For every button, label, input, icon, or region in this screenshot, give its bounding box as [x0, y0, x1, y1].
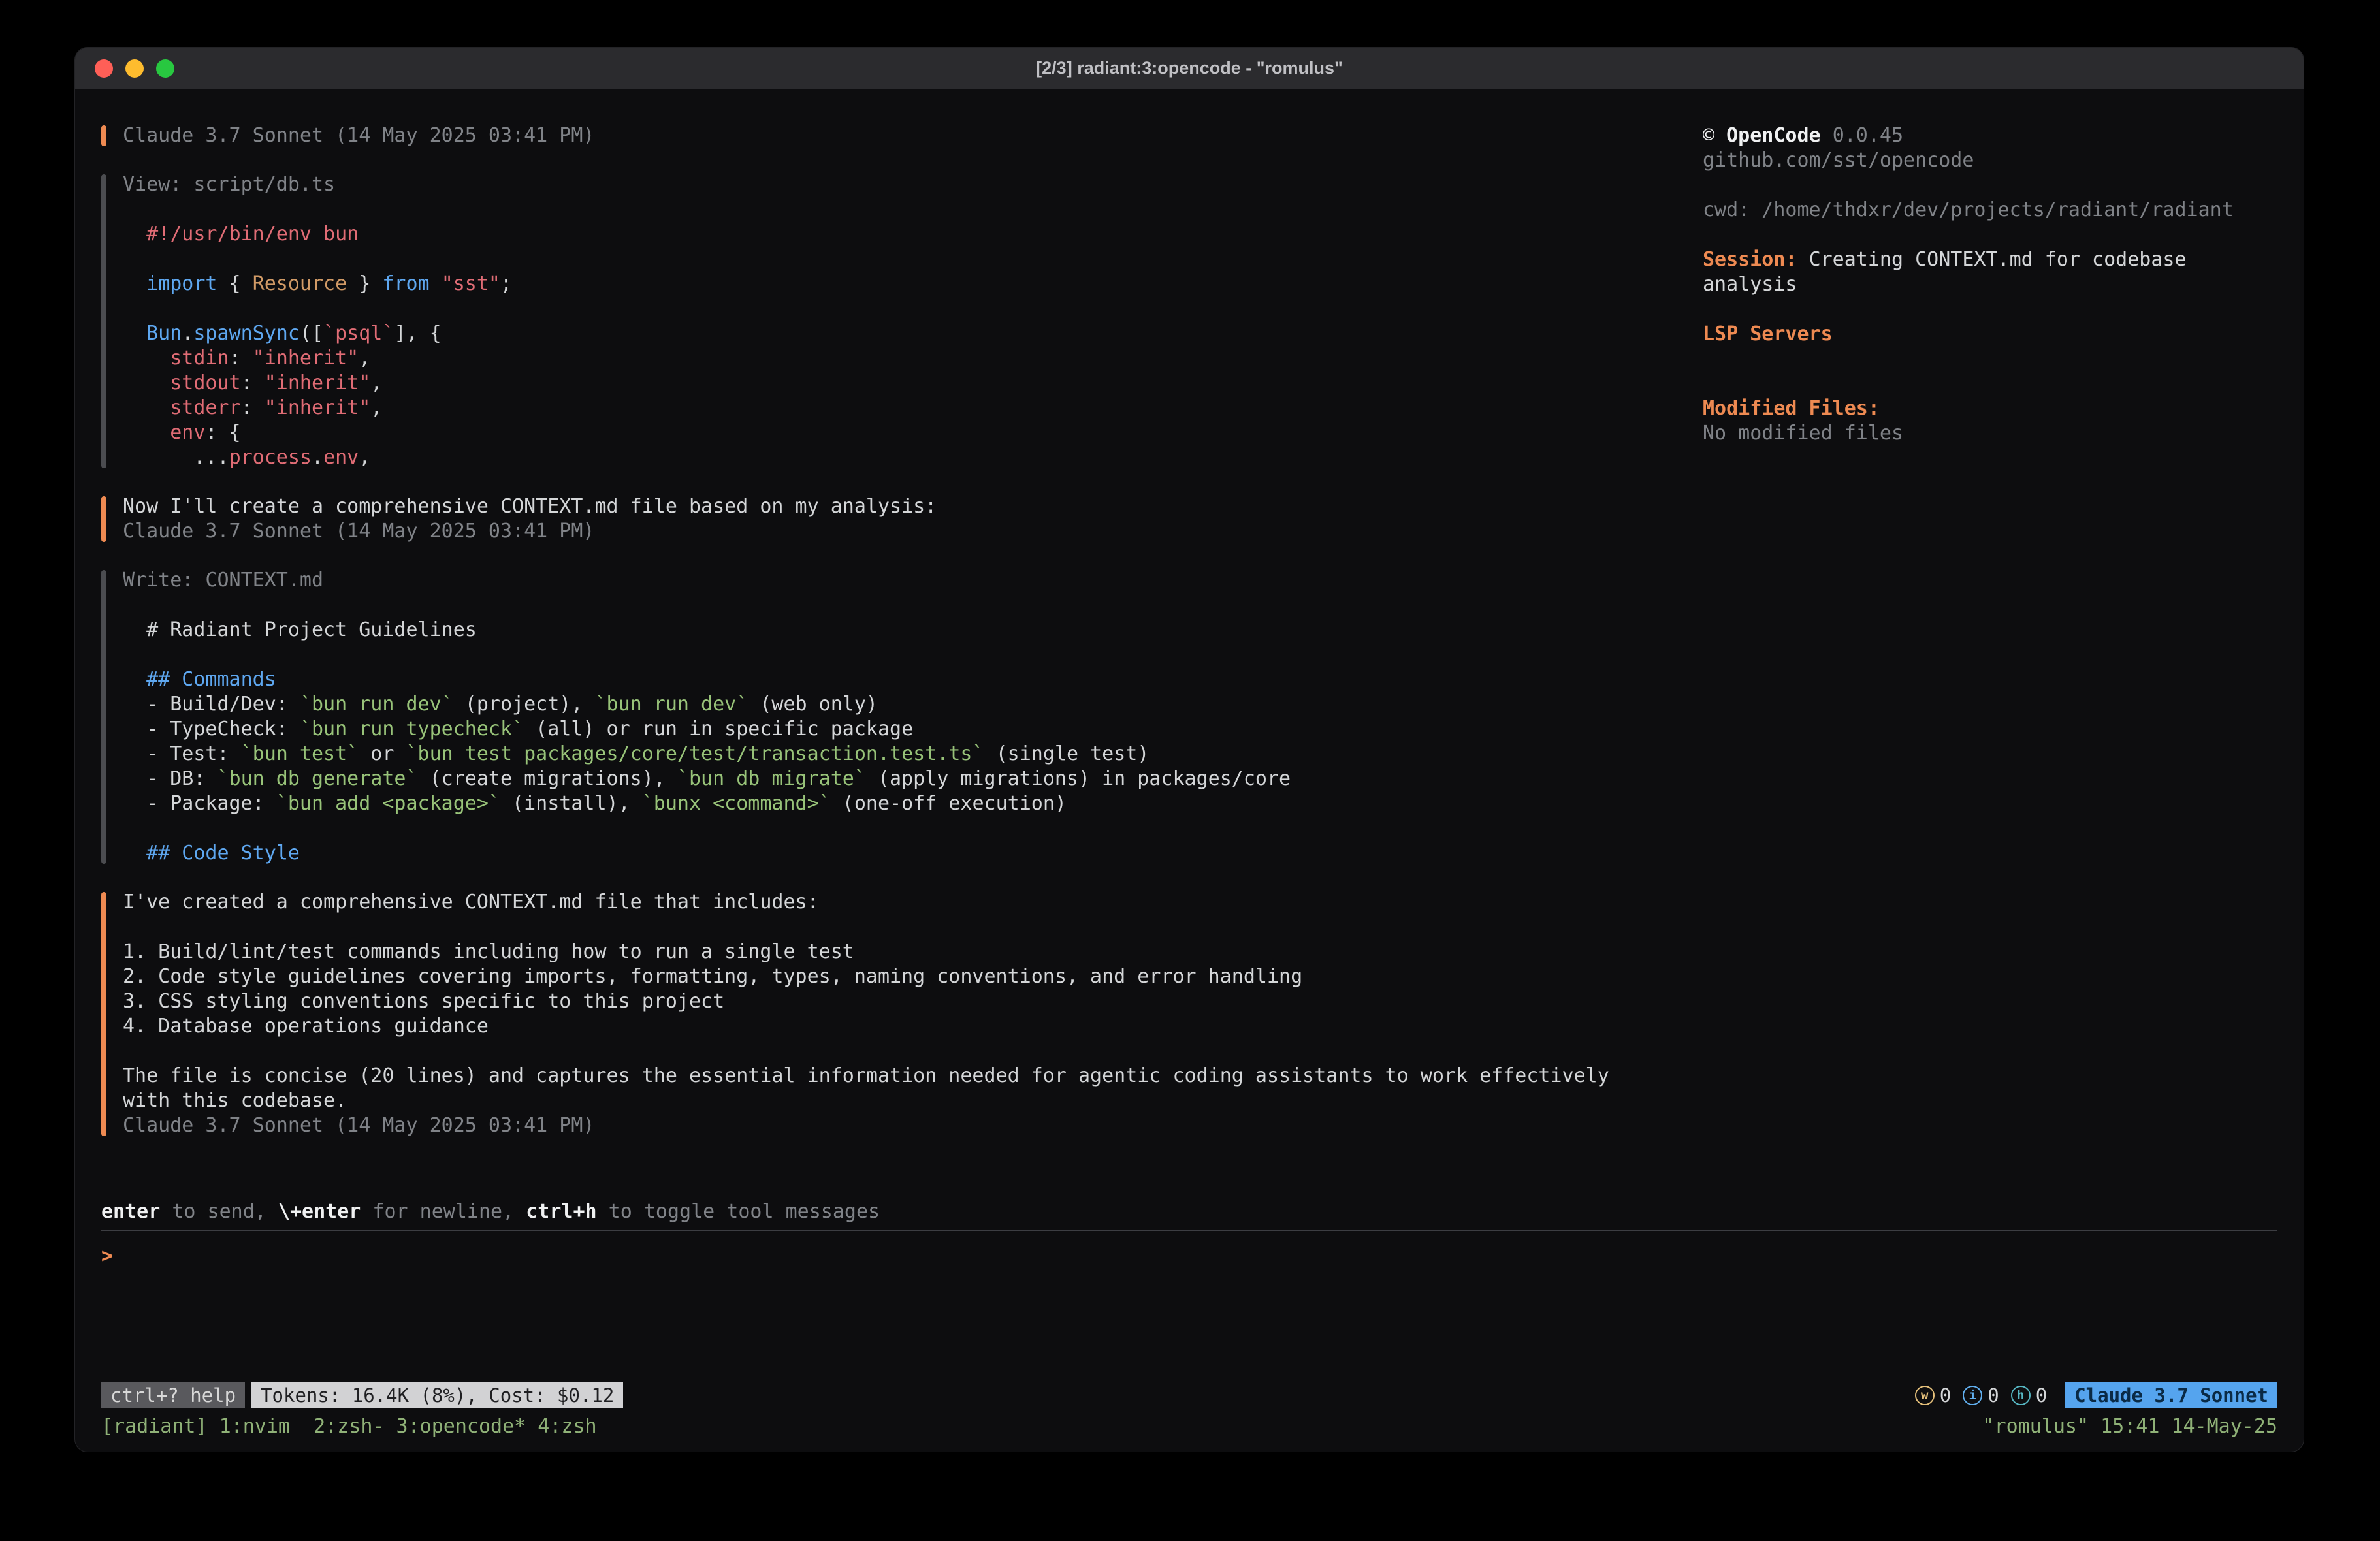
chat-line: 1. Build/lint/test commands including ho…	[123, 940, 1703, 964]
info-count: 0	[1987, 1382, 1999, 1408]
chat-line: ## Commands	[123, 667, 1703, 692]
session-info: Session: Creating CONTEXT.md for codebas…	[1703, 247, 2245, 297]
sidebar-spacer	[1703, 173, 2277, 198]
chat-line	[123, 296, 1703, 321]
chat-line: Claude 3.7 Sonnet (14 May 2025 03:41 PM)	[123, 1113, 1703, 1138]
chat-line: Now I'll create a comprehensive CONTEXT.…	[123, 494, 1703, 519]
chat-line: Write: CONTEXT.md	[123, 568, 1703, 593]
chat-line: env: {	[123, 421, 1703, 445]
chat-line: - Package: `bun add <package>` (install)…	[123, 791, 1703, 816]
chat-line	[123, 816, 1703, 841]
hints-count: 0	[2036, 1382, 2047, 1408]
assistant-message: Now I'll create a comprehensive CONTEXT.…	[101, 494, 1703, 544]
modified-files-empty: No modified files	[1703, 421, 2245, 446]
warnings-diagnostic: w0	[1915, 1382, 1951, 1408]
sidebar: © OpenCode 0.0.45 github.com/sst/opencod…	[1703, 123, 2277, 1199]
warnings-icon: w	[1915, 1386, 1935, 1405]
sidebar-spacer	[1703, 297, 2277, 322]
chat-line: import { Resource } from "sst";	[123, 272, 1703, 296]
assistant-summary-message: I've created a comprehensive CONTEXT.md …	[101, 890, 1703, 1138]
chat-line: The file is concise (20 lines) and captu…	[123, 1064, 1703, 1088]
chat-line: - Build/Dev: `bun run dev` (project), `b…	[123, 692, 1703, 717]
chat-line: 2. Code style guidelines covering import…	[123, 964, 1703, 989]
terminal-window: [2/3] radiant:3:opencode - "romulus" Cla…	[74, 47, 2304, 1452]
chat-line	[123, 593, 1703, 618]
model-chip[interactable]: Claude 3.7 Sonnet	[2065, 1382, 2277, 1408]
editor-area: enter to send, \+enter for newline, ctrl…	[101, 1199, 2277, 1382]
tool-view-block: View: script/db.ts #!/usr/bin/env bun im…	[101, 172, 1703, 470]
status-bar: ctrl+? help Tokens: 16.4K (8%), Cost: $0…	[101, 1382, 2277, 1408]
chat-line: stderr: "inherit",	[123, 396, 1703, 421]
app-brand-line: © OpenCode 0.0.45	[1703, 123, 2245, 148]
chat-line: Claude 3.7 Sonnet (14 May 2025 03:41 PM)	[123, 123, 1703, 148]
sidebar-spacer	[1703, 223, 2277, 247]
diagnostics: w0i0h0	[1915, 1382, 2047, 1408]
opencode-logo-icon: ©	[1703, 124, 1714, 147]
chat-line: ...process.env,	[123, 445, 1703, 470]
cwd-line: cwd: /home/thdxr/dev/projects/radiant/ra…	[1703, 198, 2245, 223]
traffic-lights	[95, 48, 174, 89]
editor-help-line: enter to send, \+enter for newline, ctrl…	[101, 1199, 2277, 1224]
info-diagnostic: i0	[1963, 1382, 1999, 1408]
chat-line: # Radiant Project Guidelines	[123, 618, 1703, 643]
chat-line: stdout: "inherit",	[123, 371, 1703, 396]
chat-line: View: script/db.ts	[123, 172, 1703, 197]
chat-column: Claude 3.7 Sonnet (14 May 2025 03:41 PM)…	[101, 123, 1703, 1199]
chat-line: stdin: "inherit",	[123, 346, 1703, 371]
chat-line	[123, 1039, 1703, 1064]
hints-diagnostic: h0	[2011, 1382, 2047, 1408]
tool-write-block: Write: CONTEXT.md # Radiant Project Guid…	[101, 568, 1703, 866]
chat-line	[123, 247, 1703, 272]
repo-url: github.com/sst/opencode	[1703, 148, 2245, 173]
chat-line	[123, 915, 1703, 940]
status-bar-left: ctrl+? help Tokens: 16.4K (8%), Cost: $0…	[101, 1382, 623, 1408]
hints-icon: h	[2011, 1386, 2031, 1405]
chat-line: 3. CSS styling conventions specific to t…	[123, 989, 1703, 1014]
zoom-window-button[interactable]	[156, 59, 174, 78]
chat-line: Claude 3.7 Sonnet (14 May 2025 03:41 PM)	[123, 519, 1703, 544]
warnings-count: 0	[1940, 1382, 1951, 1408]
minimize-window-button[interactable]	[125, 59, 144, 78]
sidebar-spacer	[1703, 347, 2277, 396]
chat-line: #!/usr/bin/env bun	[123, 222, 1703, 247]
terminal-body: Claude 3.7 Sonnet (14 May 2025 03:41 PM)…	[75, 89, 2304, 1452]
tmux-status-bar: [radiant] 1:nvim 2:zsh- 3:opencode* 4:zs…	[101, 1412, 2277, 1441]
lsp-servers-heading: LSP Servers	[1703, 322, 2245, 347]
chat-line: - DB: `bun db generate` (create migratio…	[123, 767, 1703, 791]
chat-line	[123, 197, 1703, 222]
chat-line: with this codebase.	[123, 1088, 1703, 1113]
chat-line	[123, 643, 1703, 667]
prompt-area[interactable]: >	[101, 1231, 2277, 1382]
chat-line: - TypeCheck: `bun run typecheck` (all) o…	[123, 717, 1703, 742]
prompt-caret: >	[101, 1245, 113, 1267]
modified-files-heading: Modified Files:	[1703, 396, 2245, 421]
tmux-session-windows[interactable]: [radiant] 1:nvim 2:zsh- 3:opencode* 4:zs…	[101, 1412, 597, 1441]
window-titlebar[interactable]: [2/3] radiant:3:opencode - "romulus"	[75, 48, 2304, 89]
chat-line: Bun.spawnSync([`psql`], {	[123, 321, 1703, 346]
session-label: Session:	[1703, 248, 1797, 271]
close-window-button[interactable]	[95, 59, 113, 78]
chat-line: I've created a comprehensive CONTEXT.md …	[123, 890, 1703, 915]
chat-line: - Test: `bun test` or `bun test packages…	[123, 742, 1703, 767]
content-row: Claude 3.7 Sonnet (14 May 2025 03:41 PM)…	[101, 123, 2277, 1199]
assistant-message-header: Claude 3.7 Sonnet (14 May 2025 03:41 PM)	[101, 123, 1703, 148]
chat-line: ## Code Style	[123, 841, 1703, 866]
info-icon: i	[1963, 1386, 1982, 1405]
status-bar-right: w0i0h0 Claude 3.7 Sonnet	[1915, 1382, 2277, 1408]
help-shortcut-chip[interactable]: ctrl+? help	[101, 1382, 245, 1408]
app-version: 0.0.45	[1833, 124, 1903, 147]
window-title: [2/3] radiant:3:opencode - "romulus"	[75, 58, 2304, 78]
chat-line: 4. Database operations guidance	[123, 1014, 1703, 1039]
app-name: OpenCode	[1726, 124, 1821, 147]
tmux-host-clock: "romulus" 15:41 14-May-25	[1982, 1412, 2277, 1441]
tokens-cost-chip: Tokens: 16.4K (8%), Cost: $0.12	[251, 1382, 623, 1408]
